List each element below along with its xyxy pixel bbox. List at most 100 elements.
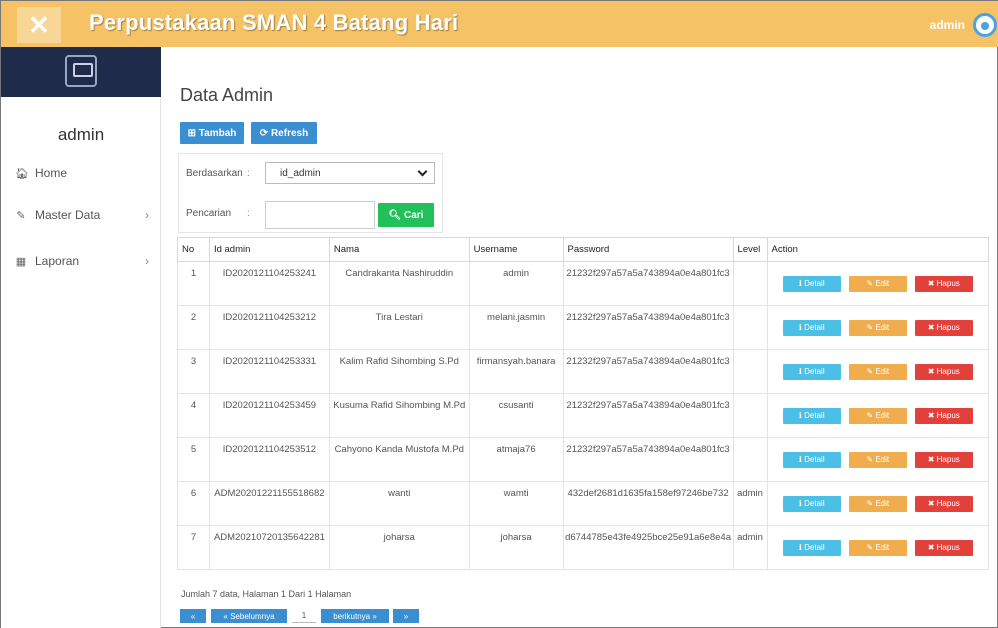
detail-button[interactable]: ℹ Detail (782, 363, 841, 380)
cell-username: wamti (468, 481, 564, 526)
filter-separator: : (247, 168, 250, 179)
table-row: 7 ADM20210720135642281 joharsa joharsa d… (177, 525, 989, 570)
cell-id: ID2020121104253331 (208, 349, 330, 394)
pager-last-button[interactable]: » (393, 609, 419, 623)
cell-actions: ℹ Detail ✎ Edit ✖ Hapus (766, 525, 989, 570)
edit-button[interactable]: ✎ Edit (848, 539, 907, 556)
sidebar-item-label: Laporan (35, 254, 80, 268)
cell-actions: ℹ Detail ✎ Edit ✖ Hapus (766, 261, 989, 306)
search-input[interactable] (265, 201, 375, 229)
header-username: Username (468, 237, 564, 262)
sidebar: admin 🏠︎ Home ✎ Master Data › ▦ Laporan … (1, 47, 161, 628)
cell-username: csusanti (468, 393, 564, 438)
chevron-down-icon (417, 166, 428, 177)
edit-button[interactable]: ✎ Edit (848, 319, 907, 336)
cell-password: 21232f297a57a5a743894a0e4a801fc3 (562, 437, 734, 482)
header-id-admin: Id admin (208, 237, 330, 262)
pager-prev-button[interactable]: « Sebelumnya (211, 609, 287, 623)
cell-id: ID2020121104253459 (208, 393, 330, 438)
cell-id: ID2020121104253512 (208, 437, 330, 482)
table-row: 4 ID2020121104253459 Kusuma Rafid Sihomb… (177, 393, 989, 438)
filter-by-label: Berdasarkan (186, 168, 243, 179)
cell-password: 21232f297a57a5a743894a0e4a801fc3 (562, 349, 734, 394)
cell-username: firmansyah.banara (468, 349, 564, 394)
search-separator: : (247, 208, 250, 219)
table-row: 3 ID2020121104253331 Kalim Rafid Sihombi… (177, 349, 989, 394)
cell-actions: ℹ Detail ✎ Edit ✖ Hapus (766, 349, 989, 394)
detail-button[interactable]: ℹ Detail (782, 495, 841, 512)
app-title: Perpustakaan SMAN 4 Batang Hari (89, 10, 459, 35)
cell-nama: wanti (328, 481, 470, 526)
cell-no: 3 (177, 349, 210, 394)
pager-first-button[interactable]: « (180, 609, 206, 623)
cell-level (732, 261, 768, 306)
cell-level (732, 305, 768, 350)
avatar[interactable] (973, 13, 997, 37)
cell-actions: ℹ Detail ✎ Edit ✖ Hapus (766, 305, 989, 350)
refresh-button[interactable]: ⟳ Refresh (251, 122, 317, 144)
edit-button[interactable]: ✎ Edit (848, 451, 907, 468)
sidebar-item-master-data[interactable]: ✎ Master Data › (1, 195, 161, 235)
cell-nama: Candrakanta Nashiruddin (328, 261, 470, 306)
tambah-button[interactable]: ⊞ Tambah (180, 122, 244, 144)
chevron-right-icon: › (145, 254, 149, 268)
calendar-icon: ▦ (15, 255, 27, 268)
filter-by-value: id_admin (280, 167, 321, 179)
hapus-button[interactable]: ✖ Hapus (914, 275, 973, 292)
table-row: 6 ADM20201221155518682 wanti wamti 432de… (177, 481, 989, 526)
sidebar-item-label: Master Data (35, 208, 101, 222)
user-menu-name[interactable]: admin (930, 18, 965, 32)
library-logo-icon (65, 55, 97, 87)
edit-button[interactable]: ✎ Edit (848, 407, 907, 424)
header-no: No (177, 237, 210, 262)
edit-button[interactable]: ✎ Edit (848, 275, 907, 292)
header-level: Level (732, 237, 768, 262)
cell-no: 4 (177, 393, 210, 438)
detail-button[interactable]: ℹ Detail (782, 407, 841, 424)
hapus-button[interactable]: ✖ Hapus (914, 407, 973, 424)
cell-actions: ℹ Detail ✎ Edit ✖ Hapus (766, 481, 989, 526)
pagination-summary: Jumlah 7 data, Halaman 1 Dari 1 Halaman (181, 589, 352, 599)
admin-table: No Id admin Nama Username Password Level… (177, 237, 989, 570)
cell-actions: ℹ Detail ✎ Edit ✖ Hapus (766, 437, 989, 482)
cell-nama: Kalim Rafid Sihombing S.Pd (328, 349, 470, 394)
table-row: 5 ID2020121104253512 Cahyono Kanda Musto… (177, 437, 989, 482)
cell-nama: joharsa (328, 525, 470, 570)
detail-button[interactable]: ℹ Detail (782, 539, 841, 556)
search-label: Pencarian (186, 208, 232, 219)
cell-level (732, 437, 768, 482)
cell-id: ID2020121104253212 (208, 305, 330, 350)
cari-button[interactable]: 🔍︎ Cari (378, 203, 434, 227)
cell-no: 5 (177, 437, 210, 482)
sidebar-banner (1, 47, 161, 97)
close-sidebar-button[interactable]: ✕ (17, 7, 61, 43)
sidebar-user-name: admin (57, 125, 105, 144)
sidebar-item-laporan[interactable]: ▦ Laporan › (1, 241, 161, 281)
cell-username: melani.jasmin (468, 305, 564, 350)
cell-id: ADM20201221155518682 (208, 481, 330, 526)
filter-by-select[interactable]: id_admin (265, 162, 435, 184)
hapus-button[interactable]: ✖ Hapus (914, 363, 973, 380)
detail-button[interactable]: ℹ Detail (782, 275, 841, 292)
sidebar-item-home[interactable]: 🏠︎ Home (1, 153, 161, 193)
cell-no: 1 (177, 261, 210, 306)
cell-password: d6744785e43fe4925bce25e91a6e8e4a (562, 525, 734, 570)
pager-current-page[interactable]: 1 (292, 609, 316, 623)
header-password: Password (562, 237, 734, 262)
hapus-button[interactable]: ✖ Hapus (914, 451, 973, 468)
pager-next-button[interactable]: berikutnya » (321, 609, 389, 623)
cell-nama: Cahyono Kanda Mustofa M.Pd (328, 437, 470, 482)
table-row: 2 ID2020121104253212 Tira Lestari melani… (177, 305, 989, 350)
detail-button[interactable]: ℹ Detail (782, 319, 841, 336)
hapus-button[interactable]: ✖ Hapus (914, 319, 973, 336)
cell-username: admin (468, 261, 564, 306)
hapus-button[interactable]: ✖ Hapus (914, 495, 973, 512)
detail-button[interactable]: ℹ Detail (782, 451, 841, 468)
edit-button[interactable]: ✎ Edit (848, 495, 907, 512)
cell-level (732, 393, 768, 438)
cell-no: 7 (177, 525, 210, 570)
close-icon: ✕ (28, 10, 50, 40)
hapus-button[interactable]: ✖ Hapus (914, 539, 973, 556)
edit-button[interactable]: ✎ Edit (848, 363, 907, 380)
cell-level: admin (732, 481, 768, 526)
